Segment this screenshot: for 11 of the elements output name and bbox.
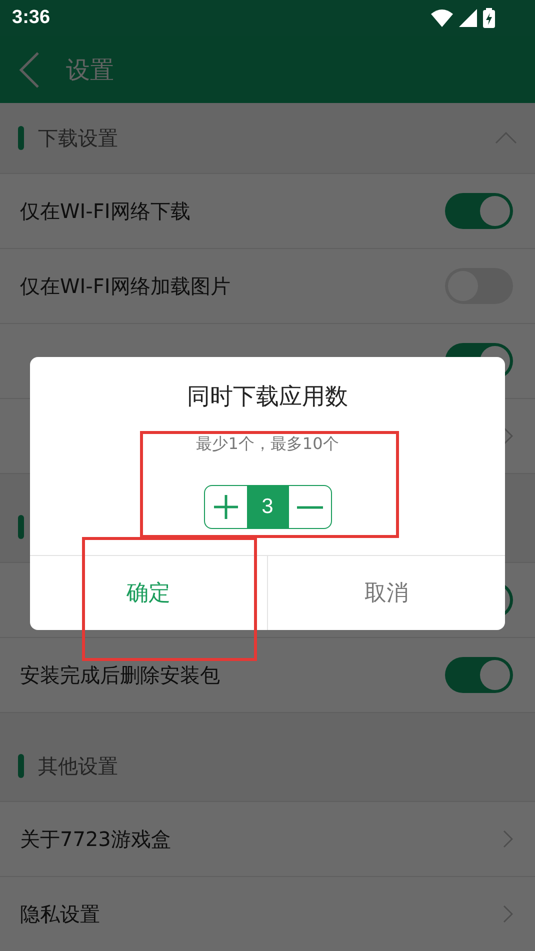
dialog-title: 同时下载应用数 [187, 383, 348, 412]
setting-label: 仅在WI-FI网络加载图片 [20, 272, 230, 300]
setting-label: 仅在WI-FI网络下载 [20, 198, 190, 224]
clock: 3:36 [12, 7, 50, 29]
setting-label: 隐私设置 [20, 900, 100, 928]
setting-label: 关于7723游戏盒 [20, 826, 171, 852]
section-title: 下载设置 [38, 124, 119, 152]
hint-text: 最少1个，最多10个 [196, 434, 339, 455]
setting-label: 安装完成后删除安装包 [20, 662, 220, 688]
section-title: 其他设置 [38, 752, 119, 780]
page-title: 设置 [66, 54, 114, 86]
